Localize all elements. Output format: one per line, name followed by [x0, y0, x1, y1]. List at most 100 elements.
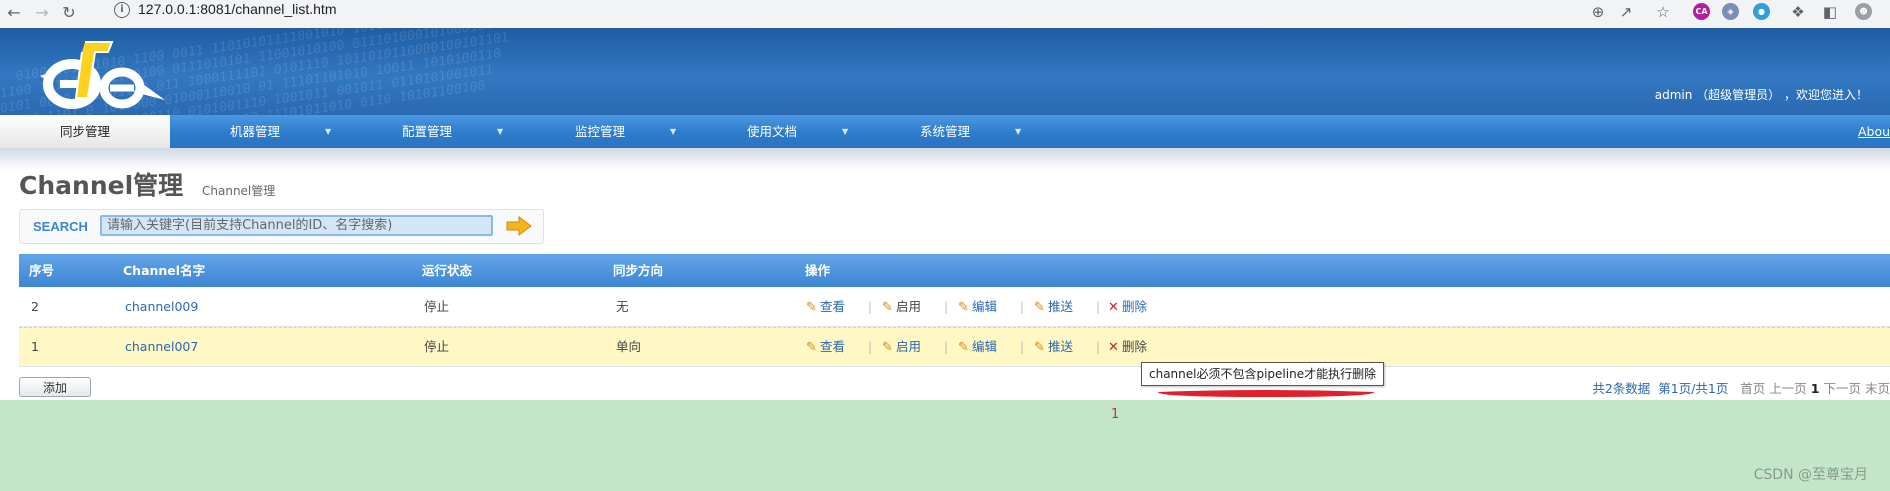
separator: |: [944, 340, 949, 354]
pencil-icon: ✎: [1034, 340, 1045, 355]
search-arrow-icon[interactable]: [506, 216, 532, 236]
dropdown-arrow-icon: ▼: [842, 127, 849, 136]
channel-link[interactable]: channel009: [125, 299, 198, 314]
dropdown-arrow-icon: ▼: [1015, 127, 1022, 136]
separator: |: [868, 300, 873, 314]
nav-item-monitor[interactable]: 监控管理 ▼: [575, 115, 676, 148]
view-action[interactable]: ✎ 查看: [806, 328, 845, 366]
search-label: SEARCH: [33, 219, 88, 234]
dropdown-arrow-icon: ▼: [497, 127, 504, 136]
side-panel-icon[interactable]: ◧: [1820, 2, 1840, 22]
csdn-watermark: CSDN @至尊宝月: [1753, 467, 1868, 483]
nav-item-config[interactable]: 配置管理 ▼: [402, 115, 503, 148]
push-action[interactable]: ✎ 推送: [1034, 288, 1073, 326]
extension-compass-icon[interactable]: ◈: [1722, 3, 1739, 20]
share-icon[interactable]: ↗: [1616, 2, 1636, 22]
enable-action[interactable]: ✎ 启用: [882, 328, 921, 366]
cell-id: 1: [31, 339, 39, 354]
cell-id: 2: [31, 299, 39, 314]
pencil-icon: ✎: [882, 300, 893, 315]
cell-direction: 单向: [616, 339, 642, 354]
pencil-icon: ✎: [1034, 300, 1045, 315]
extension-ca-icon[interactable]: CA: [1693, 3, 1710, 20]
nav-item-machines[interactable]: 机器管理 ▼: [230, 115, 331, 148]
delete-tooltip: channel必须不包含pipeline才能执行删除: [1141, 362, 1385, 386]
pager-prev[interactable]: 上一页: [1769, 381, 1807, 396]
edit-action[interactable]: ✎ 编辑: [958, 328, 997, 366]
pencil-icon: ✎: [958, 300, 969, 315]
channel-link[interactable]: channel007: [125, 339, 198, 354]
separator: |: [1020, 340, 1025, 354]
delete-action[interactable]: ✕ 删除: [1108, 328, 1147, 366]
back-icon[interactable]: ←: [4, 3, 24, 23]
site-info-icon[interactable]: i: [114, 2, 130, 18]
otter-logo: [40, 41, 165, 109]
main-nav: 同步管理 机器管理 ▼ 配置管理 ▼ 监控管理 ▼ 使用文档 ▼ 系统管理 ▼ Abou: [0, 115, 1890, 149]
zoom-icon[interactable]: ⊕: [1588, 2, 1608, 22]
pager-current: 1: [1810, 381, 1820, 396]
table-header: 序号 Channel名字 运行状态 同步方向 操作: [19, 254, 1890, 287]
page-subtitle: Channel管理: [202, 184, 276, 198]
profile-avatar-icon[interactable]: ☻: [1855, 3, 1872, 20]
dropdown-arrow-icon: ▼: [670, 127, 677, 136]
pencil-icon: ✎: [882, 340, 893, 355]
dropdown-arrow-icon: ▼: [325, 127, 332, 136]
column-header-status: 运行状态: [422, 263, 473, 278]
separator: |: [1096, 300, 1101, 314]
push-action[interactable]: ✎ 推送: [1034, 328, 1073, 366]
pencil-icon: ✎: [806, 340, 817, 355]
nav-item-label: 机器管理: [230, 124, 281, 139]
cell-status: 停止: [424, 339, 450, 354]
column-header-direction: 同步方向: [613, 263, 664, 278]
bookmark-star-icon[interactable]: ☆: [1653, 2, 1673, 22]
delete-x-icon: ✕: [1108, 340, 1119, 355]
user-welcome: admin （超级管理员） ，欢迎您进入！: [1654, 88, 1868, 102]
edit-action[interactable]: ✎ 编辑: [958, 288, 997, 326]
nav-item-system[interactable]: 系统管理 ▼: [920, 115, 1021, 148]
search-box: SEARCH: [19, 209, 544, 244]
pencil-icon: ✎: [958, 340, 969, 355]
separator: |: [944, 300, 949, 314]
pencil-icon: ✎: [806, 300, 817, 315]
column-header-name: Channel名字: [123, 263, 206, 278]
cell-status: 停止: [424, 299, 450, 314]
separator: |: [868, 340, 873, 354]
pager-pages: 第1页/共1页: [1658, 381, 1729, 396]
subnav-bar: [0, 148, 1890, 170]
extension-circle-icon[interactable]: ●: [1753, 3, 1770, 20]
address-bar-url[interactable]: 127.0.0.1:8081/channel_list.htm: [138, 1, 336, 17]
pager-last[interactable]: 末页: [1865, 381, 1890, 396]
forward-icon[interactable]: →: [32, 3, 52, 23]
cell-name: channel009: [125, 288, 198, 326]
delete-action[interactable]: ✕ 删除: [1108, 288, 1147, 326]
browser-toolbar: ← → ↻ i 127.0.0.1:8081/channel_list.htm …: [0, 0, 1890, 28]
nav-item-about[interactable]: Abou: [1858, 115, 1890, 148]
table-row: 2 channel009 停止 无 ✎ 查看 | ✎ 启用 | ✎ 编辑 | ✎ 推送 …: [19, 288, 1890, 327]
cell-direction: 无: [616, 299, 629, 314]
search-input[interactable]: [100, 215, 493, 236]
pager-total: 共2条数据: [1592, 381, 1651, 396]
pager-next[interactable]: 下一页: [1823, 381, 1861, 396]
enable-action[interactable]: ✎ 启用: [882, 288, 921, 326]
cell-name: channel007: [125, 328, 198, 366]
pager-first[interactable]: 首页: [1740, 381, 1765, 396]
nav-item-label: 同步管理: [59, 124, 110, 139]
delete-x-icon: ✕: [1108, 300, 1119, 315]
separator: |: [1020, 300, 1025, 314]
red-underline-annotation: [1157, 390, 1375, 397]
nav-item-label: 配置管理: [402, 124, 453, 139]
pagination: 共2条数据 第1页/共1页 首页 上一页 1 下一页 末页: [1592, 378, 1890, 397]
extensions-puzzle-icon[interactable]: ❖: [1788, 2, 1808, 22]
app-header: 0100 0011 1010 1100 0011 110101011110010…: [0, 28, 1890, 115]
table-row: 1 channel007 停止 单向 ✎ 查看 | ✎ 启用 | ✎ 编辑 | ✎ 推送…: [19, 327, 1890, 367]
column-header-actions: 操作: [805, 263, 831, 278]
nav-item-docs[interactable]: 使用文档 ▼: [747, 115, 848, 148]
nav-item-label: 系统管理: [920, 124, 971, 139]
add-button[interactable]: 添加: [19, 377, 91, 397]
footer-page-number: 1: [1111, 407, 1120, 422]
reload-icon[interactable]: ↻: [59, 3, 79, 23]
nav-item-label: 监控管理: [575, 124, 626, 139]
nav-item-sync[interactable]: 同步管理: [0, 115, 170, 148]
nav-item-label: 使用文档: [747, 124, 798, 139]
view-action[interactable]: ✎ 查看: [806, 288, 845, 326]
